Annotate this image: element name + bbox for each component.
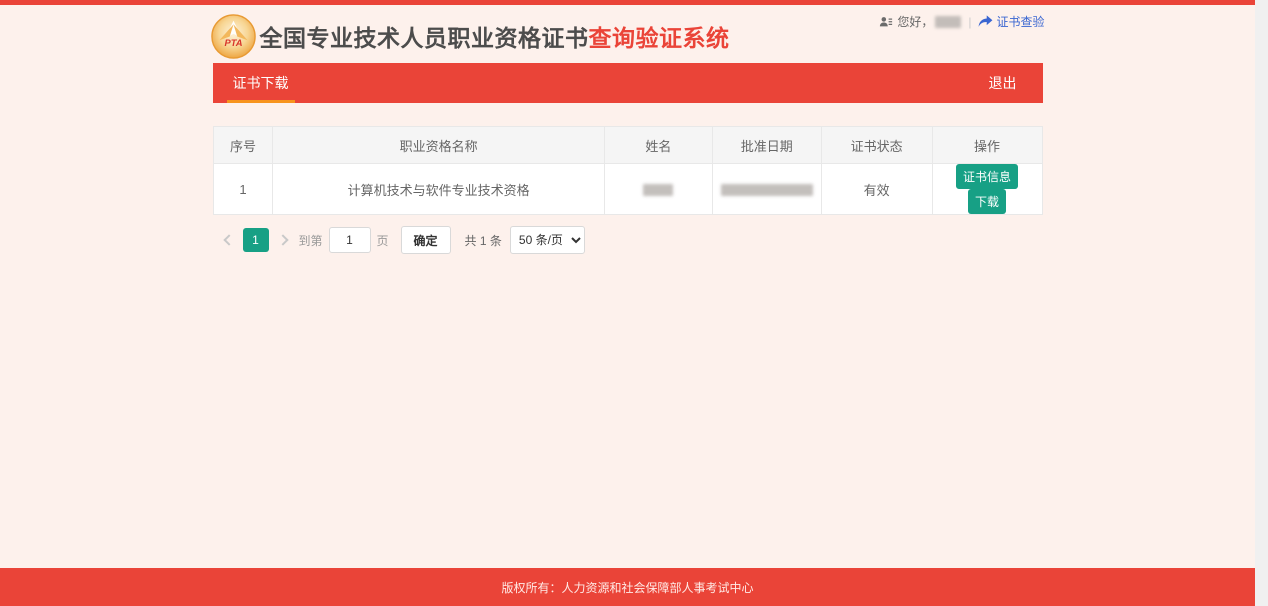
header-status: 证书状态 xyxy=(821,127,932,164)
main-content: 序号 职业资格名称 姓名 批准日期 证书状态 操作 1 计算机技术与软件专业技术… xyxy=(213,103,1043,568)
copyright-text: 版权所有：人力资源和社会保障部人事考试中心 xyxy=(501,579,753,596)
goto-page-input[interactable] xyxy=(329,227,371,253)
table-header-row: 序号 职业资格名称 姓名 批准日期 证书状态 操作 xyxy=(213,127,1042,164)
nav-bar: 证书下载 退出 xyxy=(213,63,1043,103)
header-index: 序号 xyxy=(213,127,273,164)
verify-link-label: 证书查验 xyxy=(996,13,1044,30)
table-row: 1 计算机技术与软件专业技术资格 有效 证书信息 下载 xyxy=(213,164,1042,215)
page-size-select[interactable]: 50 条/页 xyxy=(510,226,585,254)
cell-status: 有效 xyxy=(821,164,932,215)
divider: | xyxy=(968,15,971,29)
page-number-button[interactable]: 1 xyxy=(243,228,269,252)
footer: 版权所有：人力资源和社会保障部人事考试中心 xyxy=(0,568,1255,606)
goto-label-prefix: 到第 xyxy=(299,232,323,249)
brand: PTA 全国专业技术人员职业资格证书查询验证系统 xyxy=(211,10,730,59)
chevron-left-icon xyxy=(223,234,234,245)
header-approval-date: 批准日期 xyxy=(712,127,821,164)
redacted-user-name xyxy=(935,16,961,28)
confirm-button[interactable]: 确定 xyxy=(401,226,451,254)
cell-actions: 证书信息 下载 xyxy=(932,164,1042,215)
chevron-right-icon xyxy=(277,234,288,245)
scrollbar-track[interactable] xyxy=(1255,0,1268,606)
site-header: PTA 全国专业技术人员职业资格证书查询验证系统 您好， | xyxy=(0,5,1255,63)
header-inner: PTA 全国专业技术人员职业资格证书查询验证系统 您好， | xyxy=(211,5,1045,63)
cell-qualification: 计算机技术与软件专业技术资格 xyxy=(273,164,604,215)
redacted-holder-name xyxy=(643,184,673,196)
forward-arrow-icon xyxy=(978,15,993,28)
download-button[interactable]: 下载 xyxy=(968,189,1006,214)
greeting-text: 您好， xyxy=(897,13,933,30)
pagination: 1 到第 页 确定 共 1 条 50 条/页 xyxy=(213,226,1043,254)
header-qualification: 职业资格名称 xyxy=(273,127,604,164)
cell-approval-date xyxy=(712,164,821,215)
page-title-main: 全国专业技术人员职业资格证书 xyxy=(260,25,589,51)
tab-certificate-download[interactable]: 证书下载 xyxy=(213,63,309,103)
next-page-button[interactable] xyxy=(273,228,293,252)
page-title: 全国专业技术人员职业资格证书查询验证系统 xyxy=(260,19,730,53)
logout-button[interactable]: 退出 xyxy=(989,73,1043,93)
certificate-verify-link[interactable]: 证书查验 xyxy=(978,13,1044,30)
total-count-label: 共 1 条 xyxy=(465,232,502,249)
page: PTA 全国专业技术人员职业资格证书查询验证系统 您好， | xyxy=(0,0,1255,606)
page-title-accent: 查询验证系统 xyxy=(589,25,730,51)
browser-window: PTA 全国专业技术人员职业资格证书查询验证系统 您好， | xyxy=(0,0,1268,606)
tab-label: 证书下载 xyxy=(233,75,289,91)
cell-index: 1 xyxy=(213,164,273,215)
redacted-approval-date xyxy=(721,184,813,196)
header-name: 姓名 xyxy=(604,127,712,164)
logo-text: PTA xyxy=(224,37,242,47)
prev-page-button[interactable] xyxy=(219,228,239,252)
cell-name xyxy=(604,164,712,215)
user-bar: 您好， | 证书查验 xyxy=(879,13,1044,30)
certificate-table: 序号 职业资格名称 姓名 批准日期 证书状态 操作 1 计算机技术与软件专业技术… xyxy=(213,126,1043,215)
pta-logo-icon: PTA xyxy=(211,14,256,59)
goto-label-suffix: 页 xyxy=(377,232,389,249)
header-actions: 操作 xyxy=(932,127,1042,164)
certificate-info-button[interactable]: 证书信息 xyxy=(956,164,1018,189)
active-tab-indicator xyxy=(227,100,295,103)
user-icon xyxy=(879,15,893,29)
